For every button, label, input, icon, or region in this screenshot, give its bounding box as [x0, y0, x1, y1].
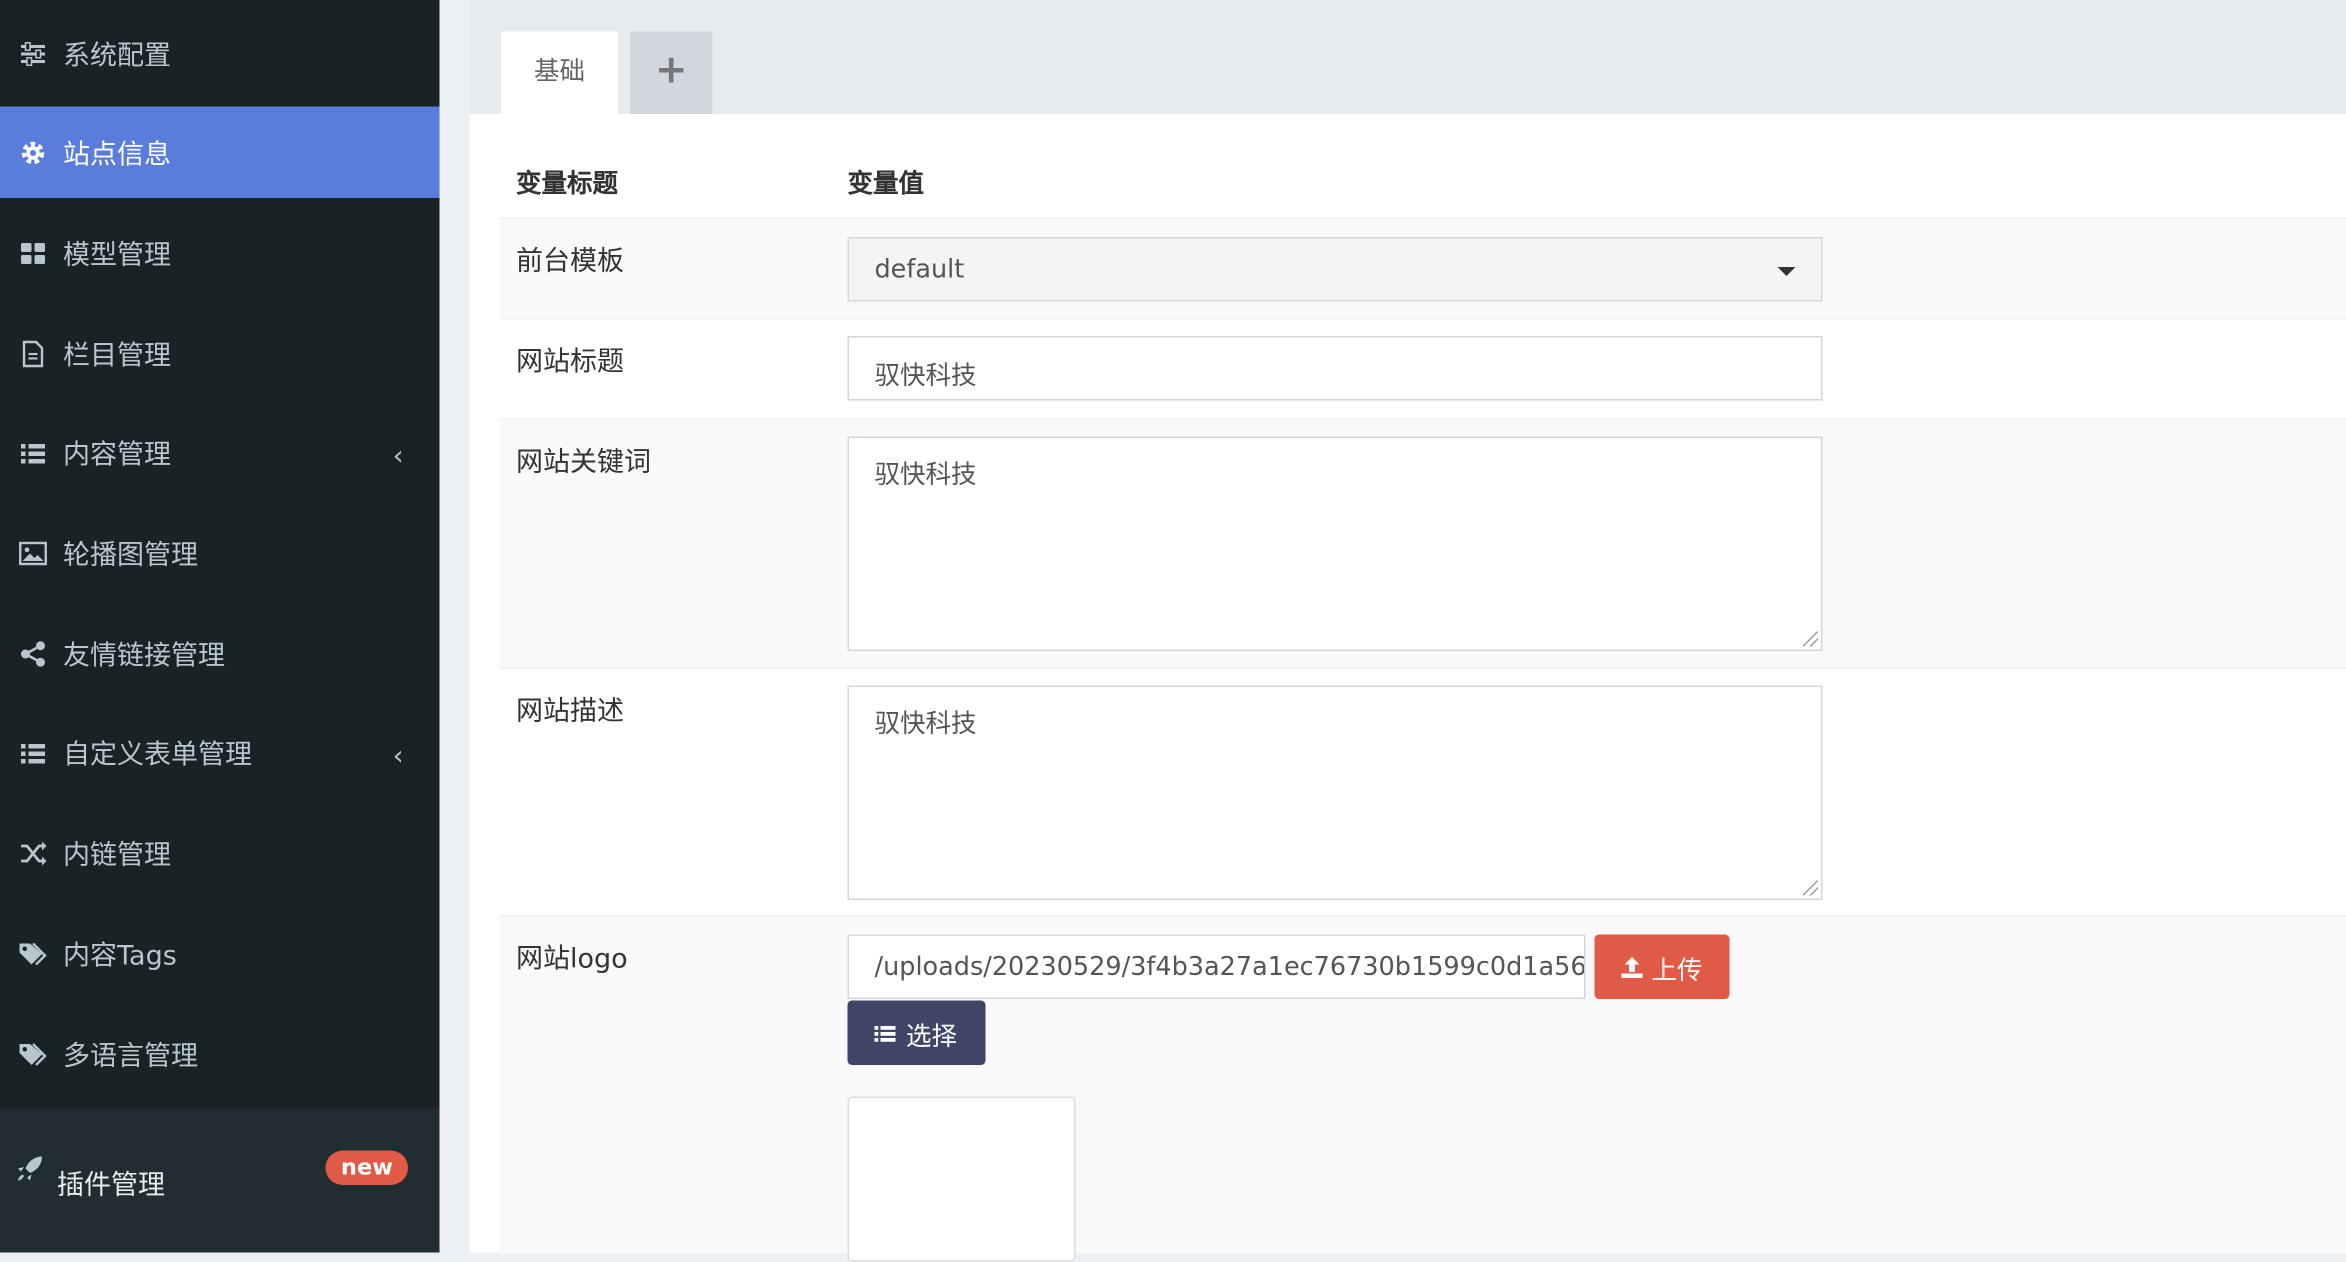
list-icon — [18, 437, 48, 467]
resize-handle-icon[interactable] — [1803, 881, 1818, 896]
logo-path-value: /uploads/20230529/3f4b3a27a1ec76730b1599… — [875, 953, 1586, 983]
keywords-value: 驭快科技 — [875, 453, 977, 491]
document-icon — [18, 338, 48, 368]
field-label: 网站关键词 — [516, 441, 651, 480]
site-title-input[interactable]: 驭快科技 — [848, 336, 1823, 401]
sidebar-item-friend-links[interactable]: 友情链接管理 — [0, 603, 440, 704]
select-button-label: 选择 — [906, 1014, 957, 1052]
upload-button-label: 上传 — [1652, 948, 1703, 986]
sidebar-item-carousel[interactable]: 轮播图管理 — [0, 503, 440, 604]
image-icon — [18, 538, 48, 568]
keywords-textarea[interactable]: 驭快科技 — [848, 437, 1823, 652]
rocket-icon — [15, 1154, 45, 1184]
field-label: 前台模板 — [516, 240, 624, 279]
list-icon — [18, 737, 48, 767]
sidebar-item-label: 插件管理 — [57, 1164, 165, 1203]
row-keywords: 网站关键词 驭快科技 — [500, 419, 2346, 670]
description-value: 驭快科技 — [875, 702, 977, 740]
sidebar-item-site-info[interactable]: 站点信息 — [0, 107, 440, 199]
sidebar-item-system-config[interactable]: 系统配置 — [0, 3, 440, 104]
sidebar-item-column[interactable]: 栏目管理 — [0, 303, 440, 404]
shuffle-icon — [18, 838, 48, 868]
field-label: 网站标题 — [516, 341, 624, 380]
upload-icon — [1620, 955, 1644, 979]
share-icon — [18, 638, 48, 668]
sidebar-item-label: 自定义表单管理 — [63, 733, 252, 772]
sidebar-item-content-tags[interactable]: 内容Tags — [0, 903, 440, 1004]
add-tab-button[interactable]: + — [630, 32, 713, 115]
sidebar-item-custom-form[interactable]: 自定义表单管理 ‹ — [0, 702, 440, 803]
sidebar-item-multilang[interactable]: 多语言管理 — [0, 1004, 440, 1105]
sidebar-item-plugins[interactable]: 插件管理 new — [0, 1109, 440, 1253]
sidebar-item-label: 友情链接管理 — [63, 634, 225, 673]
sidebar-item-content[interactable]: 内容管理 ‹ — [0, 402, 440, 503]
caret-down-icon — [1778, 267, 1796, 276]
sidebar: 系统配置 站点信息 模型管理 栏目管理 内容管理 ‹ 轮播图管理 友情链接管理 — [0, 0, 440, 1253]
sidebar-item-label: 多语言管理 — [63, 1034, 198, 1073]
gear-icon — [18, 137, 48, 167]
field-label: 网站描述 — [516, 690, 624, 729]
sidebar-item-label: 轮播图管理 — [63, 533, 198, 572]
column-header-value: 变量值 — [848, 162, 925, 200]
sidebar-item-label: 站点信息 — [63, 133, 171, 172]
main-content: 基础 + 变量标题 变量值 前台模板 default 网站标题 驭快科技 — [440, 0, 2346, 1253]
new-badge: new — [326, 1151, 408, 1186]
sidebar-item-inner-links[interactable]: 内链管理 — [0, 803, 440, 904]
sliders-icon — [18, 38, 48, 68]
resize-handle-icon[interactable] — [1803, 632, 1818, 647]
sidebar-item-label: 内容管理 — [63, 433, 171, 472]
row-template: 前台模板 default — [500, 218, 2346, 320]
field-label: 网站logo — [516, 938, 628, 977]
sidebar-item-label: 内链管理 — [63, 833, 171, 872]
logo-preview — [848, 1097, 1076, 1262]
settings-panel: 变量标题 变量值 前台模板 default 网站标题 驭快科技 网站关键词 — [470, 114, 2346, 1253]
site-title-value: 驭快科技 — [875, 354, 977, 392]
upload-button[interactable]: 上传 — [1595, 935, 1730, 1000]
chevron-left-icon: ‹ — [393, 440, 404, 472]
row-logo: 网站logo /uploads/20230529/3f4b3a27a1ec767… — [500, 915, 2346, 1254]
column-header-title: 变量标题 — [516, 162, 618, 200]
grid-icon — [18, 238, 48, 268]
sidebar-item-label: 栏目管理 — [63, 334, 171, 373]
description-textarea[interactable]: 驭快科技 — [848, 686, 1823, 901]
row-description: 网站描述 驭快科技 — [500, 668, 2346, 917]
tab-bar: 基础 + — [470, 0, 2346, 114]
tags-icon — [18, 938, 48, 968]
logo-path-input[interactable]: /uploads/20230529/3f4b3a27a1ec76730b1599… — [848, 935, 1586, 1000]
sidebar-item-label: 内容Tags — [63, 934, 177, 973]
chevron-left-icon: ‹ — [393, 740, 404, 771]
template-select[interactable]: default — [848, 237, 1823, 302]
sidebar-item-model[interactable]: 模型管理 — [0, 203, 440, 304]
select-button[interactable]: 选择 — [848, 1001, 986, 1066]
list-icon — [873, 1021, 897, 1045]
template-select-value: default — [875, 255, 965, 285]
tab-basic[interactable]: 基础 — [501, 32, 618, 115]
sidebar-item-label: 模型管理 — [63, 233, 171, 272]
row-site-title: 网站标题 驭快科技 — [500, 318, 2346, 420]
tags-icon — [18, 1039, 48, 1069]
sidebar-item-label: 系统配置 — [63, 34, 171, 73]
